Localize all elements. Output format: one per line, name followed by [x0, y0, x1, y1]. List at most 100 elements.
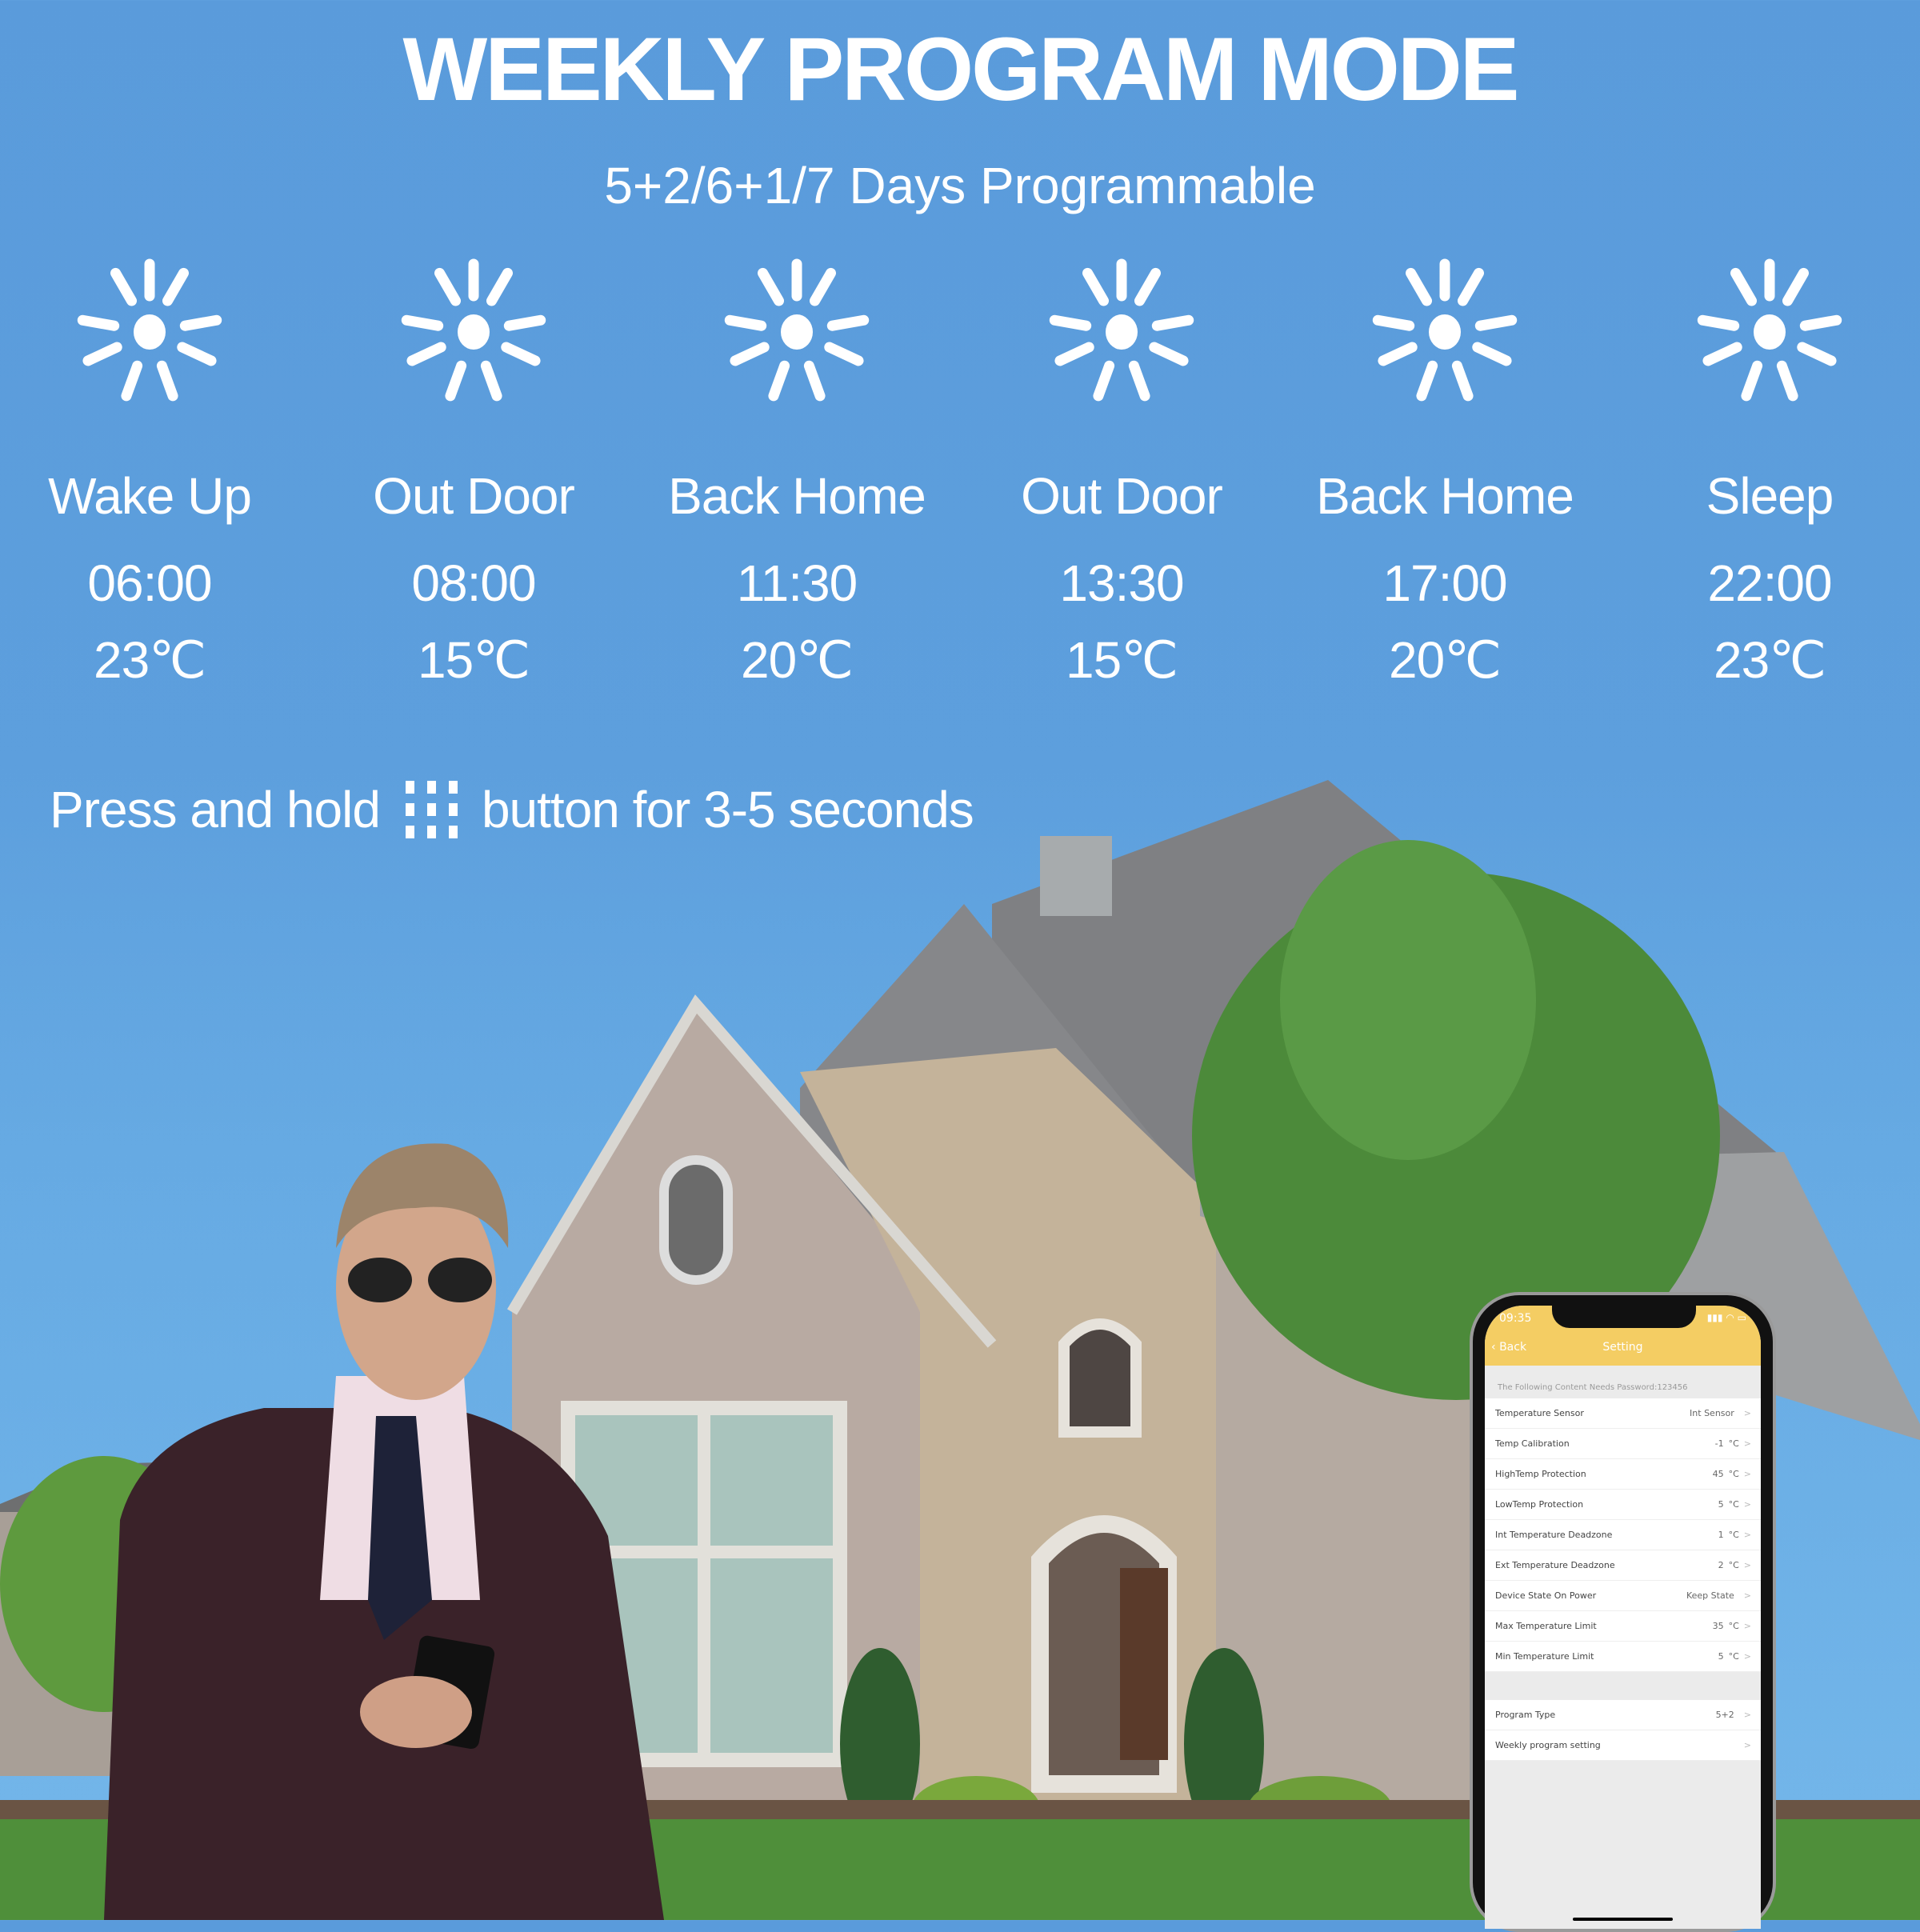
setting-value: Int Sensor: [1690, 1408, 1734, 1418]
phone-screen: 09:35 ▮▮▮ ◠ ▭ ‹ Back Setting The Followi…: [1485, 1306, 1761, 1929]
setting-label: LowTemp Protection: [1495, 1499, 1584, 1510]
schedule-temp: 23℃: [1713, 631, 1826, 689]
setting-label: Max Temperature Limit: [1495, 1621, 1597, 1631]
setting-label: Ext Temperature Deadzone: [1495, 1560, 1615, 1570]
chevron-right-icon: >: [1743, 1740, 1751, 1750]
setting-unit: °C: [1728, 1469, 1739, 1479]
hint-text-before: Press and hold: [50, 781, 381, 838]
attic-vent: [659, 1155, 733, 1285]
sun-icon: [1049, 258, 1194, 402]
setting-value-group: 5+2 >: [1716, 1710, 1751, 1720]
schedule-item: Back Home 11:30 20℃: [637, 256, 957, 690]
status-icons: ▮▮▮ ◠ ▭: [1707, 1312, 1746, 1323]
setting-value: 5: [1718, 1499, 1724, 1510]
schedule-item: Out Door 08:00 15℃: [314, 256, 634, 690]
screen-title: Setting: [1602, 1341, 1643, 1354]
setting-label: HighTemp Protection: [1495, 1469, 1586, 1479]
schedule-item: Back Home 17:00 20℃: [1285, 256, 1605, 690]
phone-notch: [1552, 1306, 1696, 1328]
setting-value: Keep State: [1686, 1590, 1734, 1601]
page-subtitle: 5+2/6+1/7 Days Programmable: [604, 157, 1316, 214]
battery-icon: ▭: [1737, 1312, 1746, 1323]
setting-value: 35: [1712, 1621, 1724, 1631]
setting-value-group: Keep State >: [1686, 1590, 1751, 1601]
setting-row[interactable]: Temp Calibration -1 °C >: [1485, 1429, 1761, 1459]
hint-text-after: button for 3-5 seconds: [481, 781, 974, 838]
schedule-label: Back Home: [668, 467, 926, 525]
sun-icon: [1372, 258, 1518, 402]
setting-value-group: 45 °C >: [1713, 1469, 1751, 1479]
setting-value-group: 2 °C >: [1718, 1560, 1751, 1570]
setting-row[interactable]: Int Temperature Deadzone 1 °C >: [1485, 1520, 1761, 1550]
chevron-right-icon: >: [1743, 1560, 1751, 1570]
setting-row[interactable]: Device State On Power Keep State >: [1485, 1581, 1761, 1611]
setting-unit: °C: [1728, 1621, 1739, 1631]
setting-label: Device State On Power: [1495, 1590, 1597, 1601]
setting-value-group: 1 °C >: [1718, 1530, 1751, 1540]
setting-unit: °C: [1728, 1560, 1739, 1570]
setting-value-group: -1 °C >: [1715, 1438, 1751, 1449]
chevron-right-icon: >: [1743, 1530, 1751, 1540]
setting-value-group: 35 °C >: [1713, 1621, 1751, 1631]
schedule-temp: 15℃: [417, 631, 530, 689]
setting-value-group: 5 °C >: [1718, 1651, 1751, 1662]
schedule-label: Back Home: [1316, 467, 1574, 525]
press-hold-hint: Press and hold button for 3-5 seconds: [50, 778, 974, 842]
setting-label: Int Temperature Deadzone: [1495, 1530, 1613, 1540]
setting-row[interactable]: Min Temperature Limit 5 °C >: [1485, 1642, 1761, 1672]
chevron-right-icon: >: [1743, 1408, 1751, 1418]
chevron-right-icon: >: [1743, 1621, 1751, 1631]
sun-icon: [1697, 258, 1842, 402]
schedule-time: 17:00: [1382, 554, 1507, 612]
schedule-label: Out Door: [1021, 467, 1223, 525]
chevron-right-icon: >: [1743, 1499, 1751, 1510]
schedule-item: Sleep 22:00 23℃: [1610, 256, 1920, 690]
setting-unit: °C: [1728, 1651, 1739, 1662]
schedule-temp: 20℃: [1388, 631, 1502, 689]
schedule-label: Sleep: [1706, 467, 1834, 525]
setting-value: 5+2: [1715, 1710, 1734, 1720]
chevron-right-icon: >: [1743, 1438, 1751, 1449]
sun-icon: [77, 258, 222, 402]
schedule-time: 13:30: [1059, 554, 1184, 612]
setting-value-group: 5 °C >: [1718, 1499, 1751, 1510]
schedule-time: 11:30: [736, 554, 858, 612]
password-note: The Following Content Needs Password:123…: [1498, 1383, 1688, 1392]
setting-row[interactable]: Temperature Sensor Int Sensor >: [1485, 1398, 1761, 1429]
setting-row[interactable]: Max Temperature Limit 35 °C >: [1485, 1611, 1761, 1642]
front-door: [1120, 1568, 1168, 1760]
setting-unit: °C: [1728, 1530, 1739, 1540]
schedule-label: Out Door: [373, 467, 575, 525]
home-indicator: [1573, 1918, 1673, 1921]
schedule-item: Wake Up 06:00 23℃: [0, 256, 310, 690]
setting-row[interactable]: Weekly program setting >: [1485, 1730, 1761, 1761]
setting-label: Program Type: [1495, 1710, 1556, 1720]
chevron-right-icon: >: [1743, 1469, 1751, 1479]
chevron-right-icon: >: [1743, 1710, 1751, 1720]
setting-row[interactable]: HighTemp Protection 45 °C >: [1485, 1459, 1761, 1490]
setting-label: Min Temperature Limit: [1495, 1651, 1594, 1662]
setting-value: 1: [1718, 1530, 1724, 1540]
setting-value: -1: [1714, 1438, 1724, 1449]
status-time: 09:35: [1499, 1312, 1532, 1325]
upper-arch-window: [1058, 1318, 1142, 1438]
settings-list: Temperature Sensor Int Sensor > Temp Calibr…: [1485, 1398, 1761, 1672]
setting-row[interactable]: Ext Temperature Deadzone 2 °C >: [1485, 1550, 1761, 1581]
setting-label: Temperature Sensor: [1495, 1408, 1584, 1418]
schedule-temp: 20℃: [740, 631, 854, 689]
setting-value: 5: [1718, 1651, 1724, 1662]
signal-icon: ▮▮▮: [1706, 1312, 1723, 1323]
setting-row[interactable]: LowTemp Protection 5 °C >: [1485, 1490, 1761, 1520]
chimney: [1040, 836, 1112, 916]
smartphone: 09:35 ▮▮▮ ◠ ▭ ‹ Back Setting The Followi…: [1470, 1292, 1776, 1932]
setting-label: Weekly program setting: [1495, 1740, 1601, 1750]
program-list: Program Type 5+2 > Weekly program setting >: [1485, 1700, 1761, 1761]
chevron-right-icon: >: [1743, 1590, 1751, 1601]
schedule-temp: 23℃: [93, 631, 206, 689]
setting-unit: °C: [1728, 1499, 1739, 1510]
setting-label: Temp Calibration: [1495, 1438, 1570, 1449]
schedule-time: 06:00: [87, 554, 212, 612]
setting-row[interactable]: Program Type 5+2 >: [1485, 1700, 1761, 1730]
sunglasses: [348, 1258, 412, 1302]
setting-value-group: >: [1734, 1740, 1751, 1750]
